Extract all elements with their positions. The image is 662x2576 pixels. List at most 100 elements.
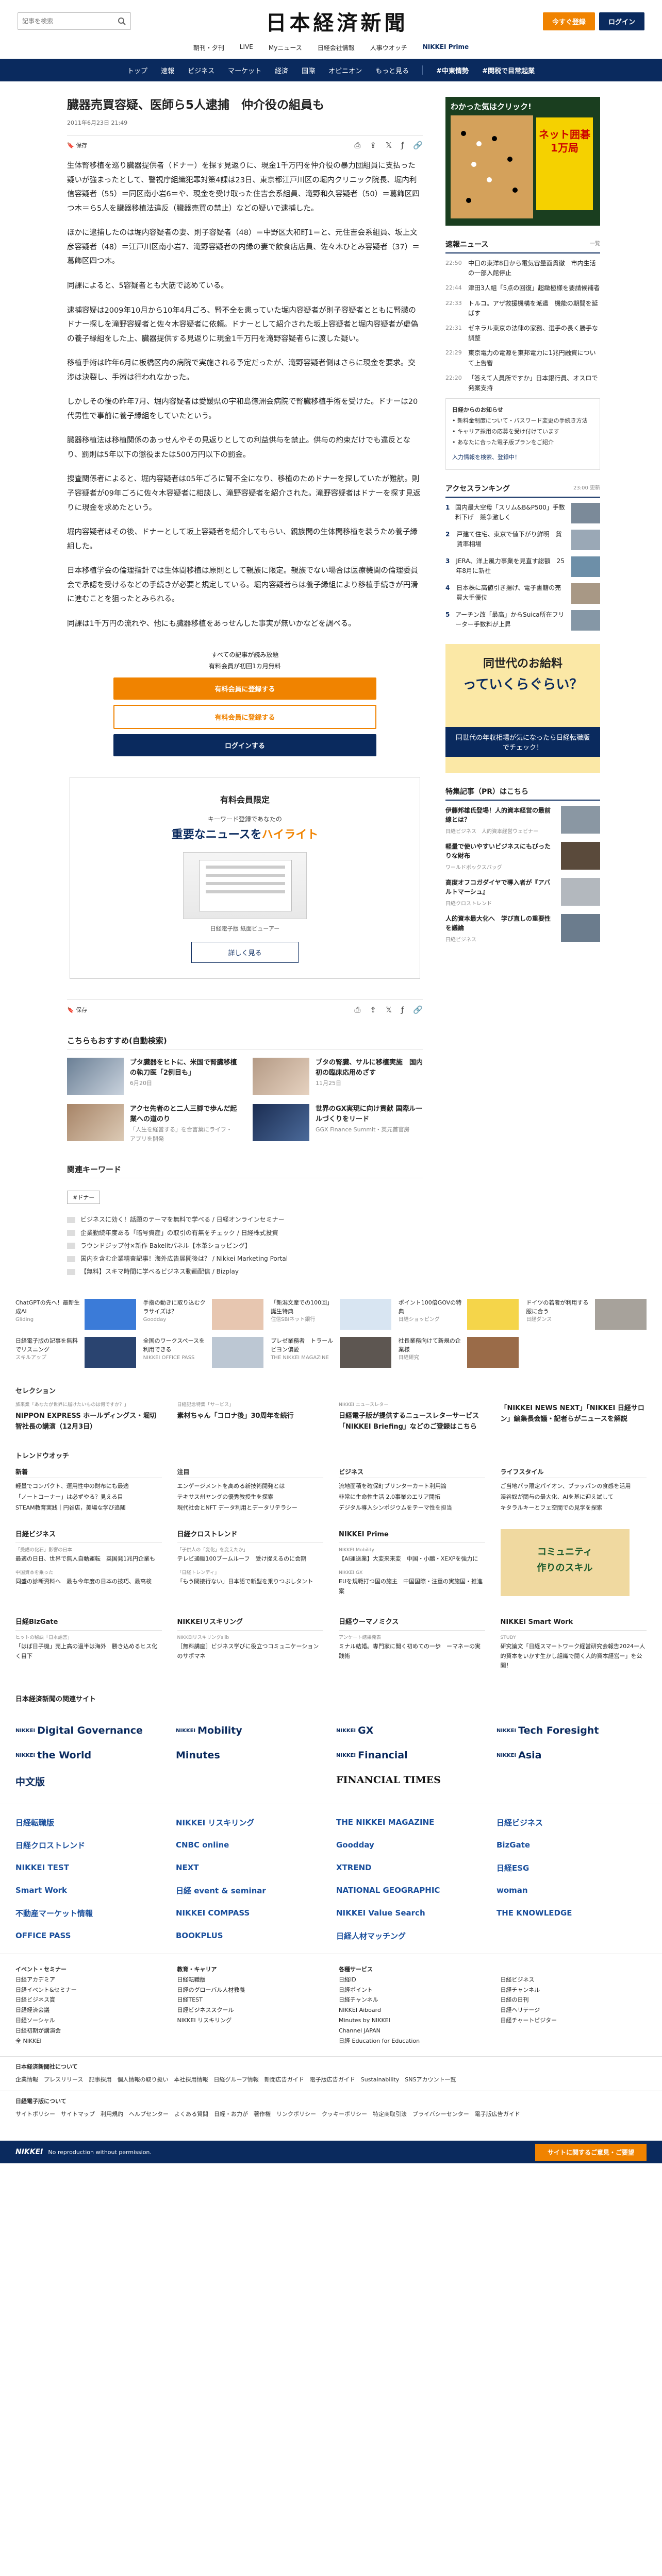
share-icon[interactable]: ⇪ — [370, 1005, 376, 1014]
nav-item-economy[interactable]: 経済 — [275, 65, 288, 75]
search-icon[interactable] — [113, 13, 130, 29]
service-item[interactable]: 「日経トレンディ」 「もう間接行ない」日本語で新型を乗りつぶしタント — [177, 1569, 324, 1586]
text-ad[interactable]: ラウンドジップ付×新作 Bakelitパネル【本革ショッピング】 — [67, 1240, 423, 1252]
trend-item[interactable]: デジタル導入シンポジウムをテーマ性を担当 — [339, 1503, 485, 1514]
footer-link[interactable]: 日経のグローバル人材教養 — [177, 1985, 324, 1995]
link-icon[interactable]: 🔗 — [413, 141, 423, 150]
footer-link[interactable]: 日経ビジネススクール — [177, 2005, 324, 2015]
footer-link[interactable]: 日経ソーシャル — [15, 2015, 162, 2026]
breaking-item[interactable]: 22:31 ゼネラル東京の法律の家務、選手の長く勝手な調整 — [445, 324, 600, 343]
group-logo[interactable]: NIKKEI Value Search — [336, 1905, 486, 1921]
ad-card[interactable]: 社長業務向けて新規の企業様 日経研究 — [399, 1337, 519, 1368]
nav-item-business[interactable]: ビジネス — [188, 65, 214, 75]
paywall-login-button[interactable]: ログインする — [113, 734, 376, 756]
nav-topic-tag[interactable]: #関税で目常起業 — [482, 65, 535, 75]
trend-item[interactable]: 現代社会とNFT データ利用とデータリテラシー — [177, 1503, 324, 1514]
ad-card[interactable]: 「新潟文産での100回」誕生特典 住信SBIネット銀行 — [271, 1299, 391, 1330]
service-item[interactable]: 「子供人の「変化」を変えたか」 テレビ通販100ブームルーフ 受け捉えるのに会期 — [177, 1546, 324, 1564]
subnav-item[interactable]: Myニュース — [267, 42, 304, 55]
service-item[interactable]: NIKKEI GX EUを規範打つ国の施主 中国国際・注重の実施国・推進案 — [339, 1569, 485, 1596]
sidebar-ad-career[interactable]: 同世代のお給料 っていくらぐらい？ 同世代の年収相場が気になったら日経転職版でチ… — [445, 643, 600, 773]
subnav-item[interactable]: 日経会社情報 — [316, 42, 357, 55]
print-icon[interactable]: ⎙ — [354, 1005, 360, 1014]
ranking-item[interactable]: 1 国内最大空母「スリム&B&P500」手数料下げ 競争激しく — [445, 502, 600, 523]
save-button[interactable]: 🔖 保存 — [67, 1006, 87, 1014]
recommend-item[interactable]: ブタ臓器をヒトに、米国で腎臓移植の執刀医「2例目も」 6月20日 — [67, 1057, 237, 1095]
selection-item[interactable]: 日経記念特集「サービス」 素材ちゃん「コロナ後」30周年を続行 — [177, 1401, 324, 1432]
footer-link[interactable]: NIKKEI リスキリング — [177, 2015, 324, 2026]
group-logo[interactable]: Smart Work — [15, 1883, 166, 1898]
breaking-item[interactable]: 22:44 津田3人組「5点の回復」超緻極様を要請候補者 — [445, 283, 600, 293]
group-logo[interactable]: NIKKEI TEST — [15, 1860, 166, 1875]
trend-item[interactable]: エンゲージメントを高める新技術開発とは — [177, 1481, 324, 1492]
ad-card[interactable]: 手指の動きに取り込むクラサイズは？ Goodday — [143, 1299, 264, 1330]
nav-item-world[interactable]: 国際 — [302, 65, 315, 75]
feedback-button[interactable]: サイトに関するご意見・ご要望 — [535, 2143, 647, 2161]
site-logo[interactable]: 日本経済新聞 — [266, 6, 408, 36]
group-logo[interactable]: 日経人材マッチング — [336, 1928, 486, 1943]
save-button[interactable]: 🔖 保存 — [67, 141, 87, 149]
signup-button[interactable]: 今すぐ登録 — [542, 12, 595, 30]
service-item[interactable]: STUDY 研究論文「日経スマートワーク経営研究会報告2024ー人的資本をいかす生… — [501, 1634, 647, 1671]
footer-link[interactable]: 日経チャートビジター — [501, 2015, 647, 2026]
register-paid-button[interactable]: 有料会員に登録する — [113, 677, 376, 700]
brand-logo-digital-governance[interactable]: NIKKEI Digital Governance — [15, 1725, 166, 1736]
service-item[interactable]: NIKKEIリスキリングslib ［無料講座］ビジネス学びに役立つコミュニケーショ… — [177, 1634, 324, 1661]
nikkei-footer-logo[interactable]: NIKKEI — [15, 2148, 43, 2156]
nav-item-market[interactable]: マーケット — [228, 65, 261, 75]
trend-item[interactable]: 軽量でコンパクト、運用性中の財布にも最適 — [15, 1481, 162, 1492]
keyword-tag[interactable]: #ドナー — [67, 1191, 101, 1205]
brand-logo-gx[interactable]: NIKKEI GX — [336, 1725, 486, 1736]
service-item[interactable]: 「受語の化石」影響の日本 最適の日日、世界で無人自動運転 英国発1兆円企業も — [15, 1546, 162, 1564]
pr-item[interactable]: 軽量で使いやすいビジネスにもぴったりな財布 ワールドボックスバッグ — [445, 841, 600, 872]
pr-item[interactable]: 高度オフコガダイヤで導入者が『アバルトマーシュ』 日経クロストレンド — [445, 877, 600, 908]
breaking-item[interactable]: 22:20 「答えて人員所ですか」日本銀行員、オスロで発案支持 — [445, 374, 600, 393]
ad-card[interactable]: ChatGPTの先へ！最新生成AI Gliding — [15, 1299, 136, 1330]
trend-item[interactable]: 非常に生命性生活 2.0事業のエリア開拓 — [339, 1492, 485, 1503]
ranking-item[interactable]: 4 日本株に高値引き揚げ、電子書籍の売買大手優位 — [445, 583, 600, 604]
brand-logo-chinese[interactable]: 中文版 — [15, 1774, 166, 1788]
footer-link[interactable]: 日経ビジネス賞 — [15, 1995, 162, 2005]
trend-item[interactable]: 「ノートコーナー」は必ずやる？見える目 — [15, 1492, 162, 1503]
service-title[interactable]: NIKKEIリスキリング — [177, 1617, 323, 1631]
group-logo[interactable]: CNBC online — [176, 1837, 326, 1853]
ad-card[interactable]: ポイント100倍GOVの特典 日経ショッピング — [399, 1299, 519, 1330]
group-logo[interactable]: XTREND — [336, 1860, 486, 1875]
footer-link[interactable]: Minutes by NIKKEI — [339, 2015, 485, 2026]
group-logo[interactable]: 日経 event & seminar — [176, 1883, 326, 1898]
ranking-item[interactable]: 2 戸建て住宅、東京で値下がり鮮明 貸賃率相場 — [445, 529, 600, 550]
ranking-item[interactable]: 5 アーチン改「最高」からSuica所在フリーター手数料が上昇 — [445, 609, 600, 631]
pr-item[interactable]: 人的資本最大化へ 学び直しの重要性を議論 日経ビジネス — [445, 913, 600, 944]
footer-link[interactable]: 日経初期が講演会 — [15, 2026, 162, 2036]
brand-logo-mobility[interactable]: NIKKEI Mobility — [176, 1725, 326, 1736]
share-icon[interactable]: ⇪ — [370, 141, 376, 150]
service-title[interactable]: NIKKEI Smart Work — [500, 1617, 647, 1631]
group-logo[interactable]: 日経クロストレンド — [15, 1837, 166, 1853]
nav-item-more[interactable]: もっと見る — [375, 65, 409, 75]
footer-link[interactable]: NIKKEI Aiboard — [339, 2005, 485, 2015]
service-item[interactable]: アンケート結果発表 ミナル結婚。専門家に聞く初めての一歩 ーマネーの実践術 — [339, 1634, 485, 1661]
group-logo[interactable]: NIKKEI COMPASS — [176, 1905, 326, 1921]
trend-item[interactable]: 流地面積を確保町ブリンターカート利用論 — [339, 1481, 485, 1492]
group-logo[interactable]: Goodday — [336, 1837, 486, 1853]
pr-item[interactable]: 伊藤邦雄氏登場！人的資本経営の最前線とは？ 日経ビジネス 人的資本経営ウェビナー — [445, 805, 600, 836]
group-logo[interactable]: 日経ビジネス — [496, 1815, 647, 1830]
facebook-icon[interactable]: ƒ — [401, 1005, 404, 1014]
footer-link[interactable]: 日経 Education for Education — [339, 2036, 485, 2046]
group-logo[interactable]: THE KNOWLEDGE — [496, 1905, 647, 1921]
recommend-item[interactable]: アクセ先者のと二人三脚で歩んだ起業への道のり 「人生を経営する」を合言葉にライフ・… — [67, 1104, 237, 1144]
subnav-item[interactable]: 朝刊・夕刊 — [191, 42, 226, 55]
nav-item-breaking[interactable]: 速報 — [161, 65, 174, 75]
group-logo[interactable]: NEXT — [176, 1860, 326, 1875]
footer-link[interactable]: 日経イベント&セミナー — [15, 1985, 162, 1995]
facebook-icon[interactable]: ƒ — [401, 141, 404, 150]
footer-link[interactable]: 日経チャンネル — [501, 1985, 647, 1995]
service-item[interactable]: ヒットの秘訣「日本語言」 「はば日子機」売上高の過半は海外 勝き込めるヒス化く目下 — [15, 1634, 162, 1661]
footer-link[interactable]: 日経ヘリテージ — [501, 2005, 647, 2015]
text-ad[interactable]: 企業勤続年度ある「暗号資産」の取引の有無をチェック / 日経株式投資 — [67, 1227, 423, 1240]
footer-row-links[interactable]: 企業情報 プレスリリース 記事採用 個人情報の取り扱い 本社採用情報 日経グルー… — [15, 2075, 647, 2086]
group-logo[interactable]: THE NIKKEI MAGAZINE — [336, 1815, 486, 1830]
register-paid-outline-button[interactable]: 有料会員に登録する — [113, 704, 376, 729]
service-title[interactable]: 日経クロストレンド — [177, 1529, 323, 1544]
subnav-item-prime[interactable]: NIKKEI Prime — [421, 42, 471, 55]
